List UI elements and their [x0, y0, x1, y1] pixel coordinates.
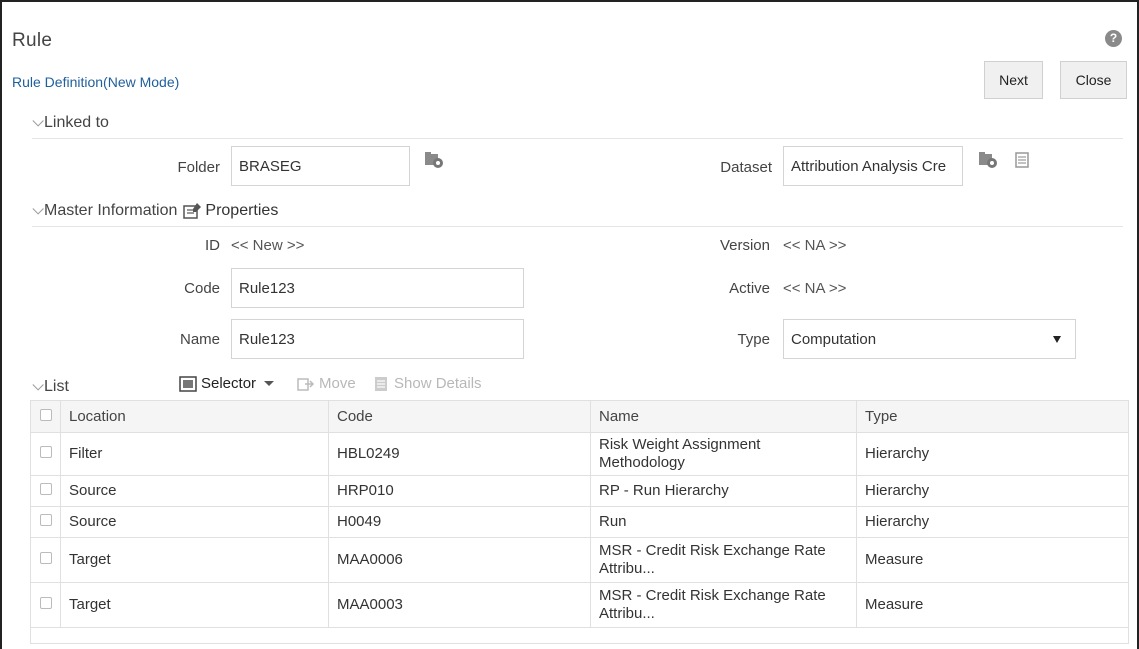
selector-label: Selector — [201, 375, 257, 392]
code-field[interactable]: Rule123 — [231, 268, 524, 308]
folder-field[interactable]: BRASEG — [231, 146, 410, 186]
code-cell: H0049 — [328, 506, 591, 538]
move-button[interactable]: Move — [297, 375, 356, 392]
chevron-down-icon — [32, 379, 44, 391]
table-row[interactable]: Filter HBL0249 Risk Weight Assignment Me… — [30, 432, 1129, 476]
master-information-label: Master Information — [44, 202, 178, 219]
move-label: Move — [319, 375, 356, 392]
name-cell: MSR - Credit Risk Exchange Rate Attribu.… — [590, 582, 857, 628]
select-all-checkbox[interactable] — [39, 409, 52, 421]
type-select-value: Computation — [791, 330, 877, 348]
master-information-section-toggle[interactable]: Master Information Properties — [32, 202, 278, 220]
selector-dropdown-icon[interactable] — [264, 381, 275, 386]
dataset-field[interactable]: Attribution Analysis Cre — [783, 146, 963, 186]
id-label: ID — [205, 237, 220, 254]
code-cell: MAA0003 — [328, 582, 591, 628]
show-details-button[interactable]: Show Details — [372, 375, 482, 392]
chevron-down-icon — [32, 115, 44, 127]
dataset-details-icon[interactable] — [1012, 151, 1032, 169]
chevron-down-icon — [32, 203, 44, 215]
rule-definition-link[interactable]: Rule Definition(New Mode) — [12, 74, 179, 90]
list-label: List — [44, 378, 69, 395]
name-cell: MSR - Credit Risk Exchange Rate Attribu.… — [590, 537, 857, 583]
type-cell: Measure — [856, 537, 1129, 583]
table-footer-row — [30, 627, 1129, 644]
section-divider — [32, 226, 1123, 227]
table-row[interactable]: Source H0049 Run Hierarchy — [30, 506, 1129, 538]
dataset-settings-icon[interactable] — [978, 151, 998, 169]
column-header-location[interactable]: Location — [60, 400, 329, 433]
code-cell: HBL0249 — [328, 432, 591, 476]
location-cell: Source — [60, 506, 329, 538]
row-checkbox[interactable] — [39, 446, 52, 458]
column-header-name[interactable]: Name — [590, 400, 857, 433]
selector-icon — [179, 375, 197, 392]
help-icon[interactable]: ? — [1105, 30, 1122, 47]
section-divider — [32, 138, 1123, 139]
row-checkbox[interactable] — [39, 552, 52, 564]
move-icon — [297, 377, 315, 391]
column-header-type[interactable]: Type — [856, 400, 1129, 433]
dataset-label: Dataset — [720, 159, 772, 176]
type-cell: Hierarchy — [856, 506, 1129, 538]
show-details-label: Show Details — [394, 375, 482, 392]
active-value: << NA >> — [783, 280, 847, 297]
show-details-icon — [375, 376, 387, 391]
row-checkbox[interactable] — [39, 597, 52, 609]
row-checkbox[interactable] — [39, 514, 52, 526]
id-value: << New >> — [231, 237, 305, 254]
linked-to-section-toggle[interactable]: Linked to — [32, 114, 109, 132]
linked-to-label: Linked to — [44, 114, 109, 131]
table-row[interactable]: Source HRP010 RP - Run Hierarchy Hierarc… — [30, 475, 1129, 507]
name-cell: RP - Run Hierarchy — [590, 475, 857, 507]
name-field[interactable]: Rule123 — [231, 319, 524, 359]
location-cell: Target — [60, 582, 329, 628]
type-label: Type — [737, 331, 770, 348]
rule-window: Rule ? Rule Definition(New Mode) Next Cl… — [0, 0, 1139, 649]
column-header-code[interactable]: Code — [328, 400, 591, 433]
next-button[interactable]: Next — [984, 61, 1043, 99]
code-cell: MAA0006 — [328, 537, 591, 583]
list-section-toggle[interactable]: List — [32, 378, 69, 396]
type-cell: Hierarchy — [856, 432, 1129, 476]
name-label: Name — [179, 331, 220, 348]
selector-button[interactable]: Selector — [179, 375, 275, 392]
rule-list-table: Location Code Name Type Filter HBL0249 R… — [30, 400, 1129, 644]
folder-settings-icon[interactable] — [424, 151, 444, 169]
type-cell: Measure — [856, 582, 1129, 628]
table-header-row: Location Code Name Type — [30, 400, 1129, 433]
version-label: Version — [719, 237, 770, 254]
table-row[interactable]: Target MAA0003 MSR - Credit Risk Exchang… — [30, 582, 1129, 628]
window-title: Rule — [12, 30, 53, 51]
folder-label: Folder — [177, 159, 220, 176]
properties-link[interactable]: Properties — [205, 202, 278, 220]
row-checkbox[interactable] — [39, 483, 52, 495]
location-cell: Target — [60, 537, 329, 583]
code-label: Code — [184, 280, 220, 297]
select-all-cell — [30, 400, 61, 433]
code-cell: HRP010 — [328, 475, 591, 507]
type-select[interactable]: Computation — [783, 319, 1076, 359]
version-value: << NA >> — [783, 237, 847, 254]
location-cell: Filter — [60, 432, 329, 476]
close-button[interactable]: Close — [1060, 61, 1127, 99]
type-cell: Hierarchy — [856, 475, 1129, 507]
table-row[interactable]: Target MAA0006 MSR - Credit Risk Exchang… — [30, 537, 1129, 583]
properties-icon — [183, 203, 202, 219]
dropdown-caret-icon — [1053, 336, 1061, 343]
name-cell: Run — [590, 506, 857, 538]
name-cell: Risk Weight Assignment Methodology — [590, 432, 857, 476]
location-cell: Source — [60, 475, 329, 507]
active-label: Active — [729, 280, 770, 297]
